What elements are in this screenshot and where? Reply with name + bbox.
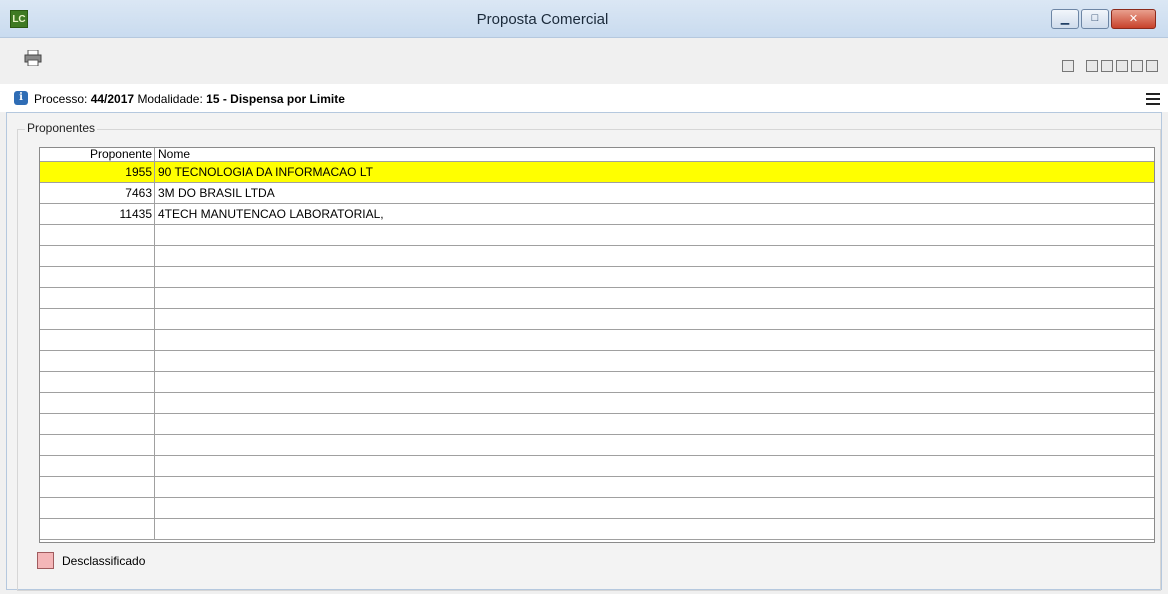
cell-proponente: [40, 288, 155, 308]
cell-proponente: [40, 246, 155, 266]
cell-nome: [155, 351, 1154, 371]
cell-nome: [155, 414, 1154, 434]
cell-nome: 3M DO BRASIL LTDA: [158, 186, 275, 200]
snap-top-right-icon[interactable]: [1131, 60, 1143, 72]
proponentes-grid[interactable]: Proponente Nome 1955 90 TECNOLOGIA DA INF…: [39, 147, 1155, 543]
cell-proponente: [40, 477, 155, 497]
close-button[interactable]: ✕: [1111, 9, 1156, 29]
table-row[interactable]: [40, 246, 1154, 267]
grid-rows: 1955 90 TECNOLOGIA DA INFORMACAO LT 7463 3M…: [40, 162, 1154, 540]
process-info: Processo: 44/2017 Modalidade: 15 - Dispe…: [34, 92, 345, 106]
minimize-icon: ▁: [1060, 13, 1070, 25]
cell-proponente: [40, 372, 155, 392]
printer-icon[interactable]: [24, 50, 42, 66]
table-row[interactable]: 1955 90 TECNOLOGIA DA INFORMACAO LT: [40, 162, 1154, 183]
table-row[interactable]: [40, 351, 1154, 372]
cell-nome: 90 TECNOLOGIA DA INFORMACAO LT: [155, 162, 1154, 182]
table-row[interactable]: [40, 309, 1154, 330]
cell-nome: [155, 435, 1154, 455]
snap-bottom-left-icon[interactable]: [1101, 60, 1113, 72]
layout-icon[interactable]: [1062, 60, 1074, 72]
grid-header: Proponente Nome: [40, 148, 1154, 162]
cell-proponente: [40, 519, 155, 539]
cell-nome: [155, 330, 1154, 350]
cell-proponente: [40, 414, 155, 434]
info-bar: i Processo: 44/2017 Modalidade: 15 - Dis…: [0, 86, 1168, 112]
table-row[interactable]: [40, 393, 1154, 414]
cell-proponente: [40, 456, 155, 476]
cell-proponente: 7463: [40, 183, 155, 203]
hamburger-menu-icon[interactable]: [1146, 93, 1160, 105]
processo-label: Processo:: [34, 92, 88, 106]
window-title: Proposta Comercial: [476, 11, 609, 28]
maximize-button[interactable]: □: [1081, 9, 1109, 29]
cell-nome: [155, 246, 1154, 266]
column-header-proponente[interactable]: Proponente: [40, 148, 155, 161]
title-bar: LC Proposta Comercial ▁ □ ✕: [0, 0, 1168, 38]
table-row[interactable]: [40, 456, 1154, 477]
content-frame: Proponentes Proponente Nome 1955 90 TECNO…: [6, 112, 1162, 591]
cell-proponente: [40, 351, 155, 371]
cell-proponente: 11435: [40, 204, 155, 224]
maximize-icon: □: [1091, 12, 1099, 24]
cell-nome: [155, 477, 1154, 497]
cell-nome: [155, 267, 1154, 287]
content-area: Proponentes Proponente Nome 1955 90 TECNO…: [0, 112, 1168, 594]
info-icon: i: [14, 91, 28, 105]
snap-bottom-right-icon[interactable]: [1146, 60, 1158, 72]
modalidade-value: 15 - Dispensa por Limite: [206, 92, 345, 106]
cell-nome: [155, 225, 1154, 245]
modalidade-label: Modalidade:: [137, 92, 203, 106]
table-row[interactable]: [40, 267, 1154, 288]
legend-label: Desclassificado: [62, 553, 146, 568]
table-row[interactable]: [40, 477, 1154, 498]
cell-proponente: [40, 267, 155, 287]
table-row[interactable]: [40, 498, 1154, 519]
table-row[interactable]: [40, 372, 1154, 393]
cell-proponente: [40, 330, 155, 350]
legend-swatch: [37, 552, 54, 569]
table-row[interactable]: 7463 3M DO BRASIL LTDA: [40, 183, 1154, 204]
close-icon: ✕: [1128, 13, 1139, 25]
snap-center-icon[interactable]: [1116, 60, 1128, 72]
cell-nome: [155, 456, 1154, 476]
minimize-button[interactable]: ▁: [1051, 9, 1079, 29]
table-row[interactable]: 11435 4TECH MANUTENCAO LABORATORIAL,: [40, 204, 1154, 225]
column-header-nome[interactable]: Nome: [155, 148, 1154, 161]
processo-value: 44/2017: [90, 92, 135, 106]
cell-proponente: [40, 393, 155, 413]
toolbar: [0, 38, 1168, 84]
table-row[interactable]: [40, 519, 1154, 540]
cell-nome: 4TECH MANUTENCAO LABORATORIAL,: [158, 207, 384, 221]
cell-proponente: [40, 498, 155, 518]
snap-top-left-icon[interactable]: [1086, 60, 1098, 72]
table-row[interactable]: [40, 330, 1154, 351]
cell-proponente: [40, 435, 155, 455]
group-label: Proponentes: [25, 121, 98, 135]
cell-proponente: 1955: [40, 162, 155, 182]
legend: Desclassificado: [37, 552, 145, 569]
cell-nome: [155, 288, 1154, 308]
table-row[interactable]: [40, 288, 1154, 309]
cell-nome: [155, 393, 1154, 413]
cell-proponente: [40, 309, 155, 329]
cell-nome: [155, 372, 1154, 392]
cell-nome: [155, 519, 1154, 539]
cell-nome: [155, 498, 1154, 518]
cell-nome: [155, 309, 1154, 329]
table-row[interactable]: [40, 414, 1154, 435]
cell-proponente: [40, 225, 155, 245]
table-row[interactable]: [40, 435, 1154, 456]
table-row[interactable]: [40, 225, 1154, 246]
